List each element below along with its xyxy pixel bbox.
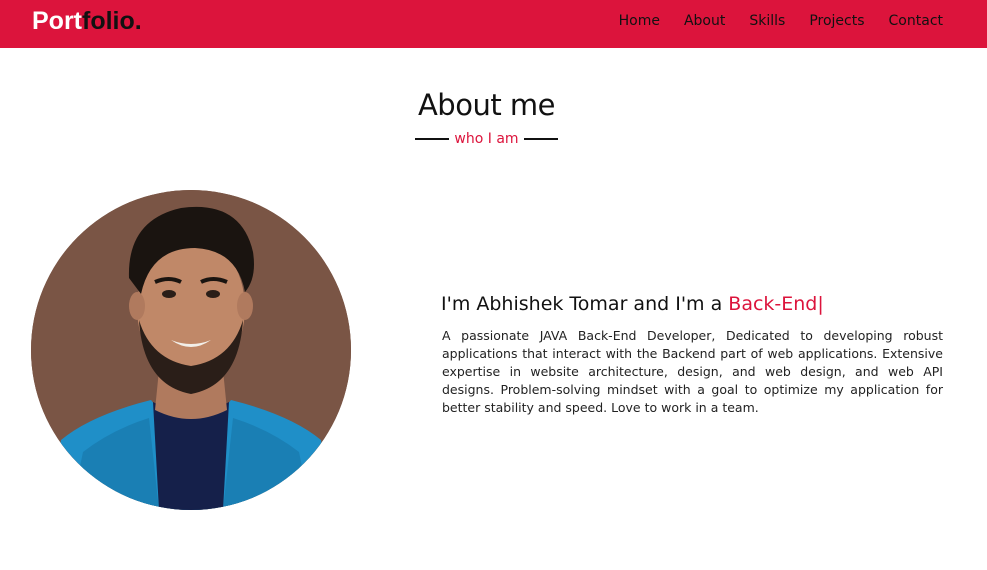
intro-heading: I'm Abhishek Tomar and I'm a Back-End| [441,291,961,317]
navbar: Portfolio. Home About Skills Projects Co… [0,0,987,48]
intro-description: A passionate JAVA Back-End Developer, De… [442,328,943,415]
section-title: About me [417,88,556,122]
subtitle-divider-left [415,138,450,140]
nav-item-skills[interactable]: Skills [749,12,785,30]
nav-item-about[interactable]: About [684,12,725,30]
nav-item-contact[interactable]: Contact [889,12,943,30]
subtitle-text: who I am [454,131,519,147]
logo-text-part2: folio. [82,7,142,35]
section-subtitle: who I am [0,130,973,148]
subtitle-divider-right [523,138,558,140]
logo-text-part1: Port [32,7,82,35]
nav-menu: Home About Skills Projects Contact [595,12,943,30]
logo[interactable]: Portfolio. [32,5,142,37]
profile-photo-illustration [31,190,351,510]
nav-item-projects[interactable]: Projects [809,12,864,30]
profile-photo [31,190,351,510]
intro-heading-prefix: I'm Abhishek Tomar and I'm a [441,293,729,315]
intro-heading-role: Back-End [728,293,818,315]
typing-cursor: | [817,293,824,315]
nav-item-home[interactable]: Home [619,12,660,30]
